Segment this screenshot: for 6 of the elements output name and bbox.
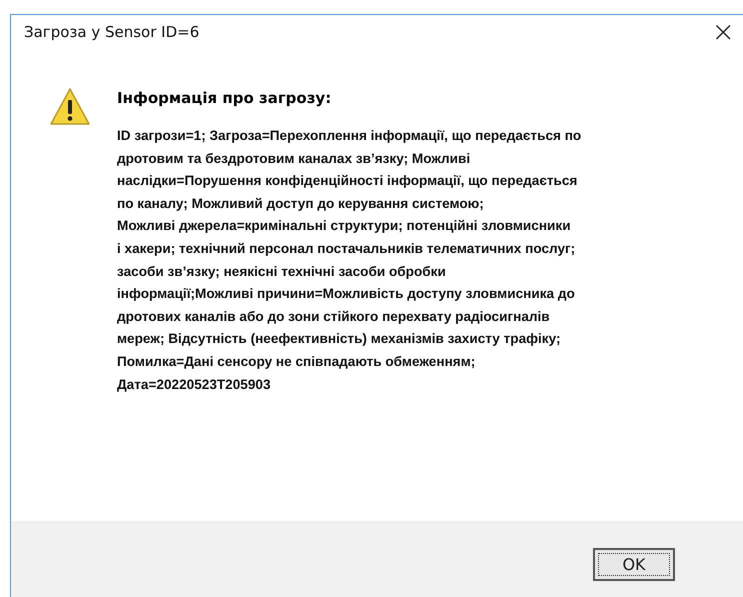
warning-icon xyxy=(49,87,91,127)
close-button[interactable]: × xyxy=(712,18,743,46)
message-text: ID загрози=1; Загроза=Перехоплення інформації, що передається по дротовим та бездротовим каналах зв’язку; Можливі наслідки=Порушення конфіденційності інформації, що передається по каналу; Можливий доступ до керування системою; Можливі джерела=кримінальні структури; потенційні зловмисники і хакери; технічний персонал постачальників телематичних послуг; засоби зв’язку; неякісні технічні засоби обробки інформації;Можливі причини=Можливість доступу зловмисника до дротових каналів або до зони стійкого перехвату радіосигналів мереж; Відсутність (неефективність) механізмів захисту трафіку; Помилка=Дані сенсору не співпадають обмеженням; Дата=20220523T205903 xyxy=(117,127,582,394)
message-heading: Інформація про загрозу: xyxy=(117,89,332,107)
ok-button[interactable]: OK xyxy=(593,548,675,581)
window-title: Загроза у Sensor ID=6 xyxy=(24,23,200,41)
